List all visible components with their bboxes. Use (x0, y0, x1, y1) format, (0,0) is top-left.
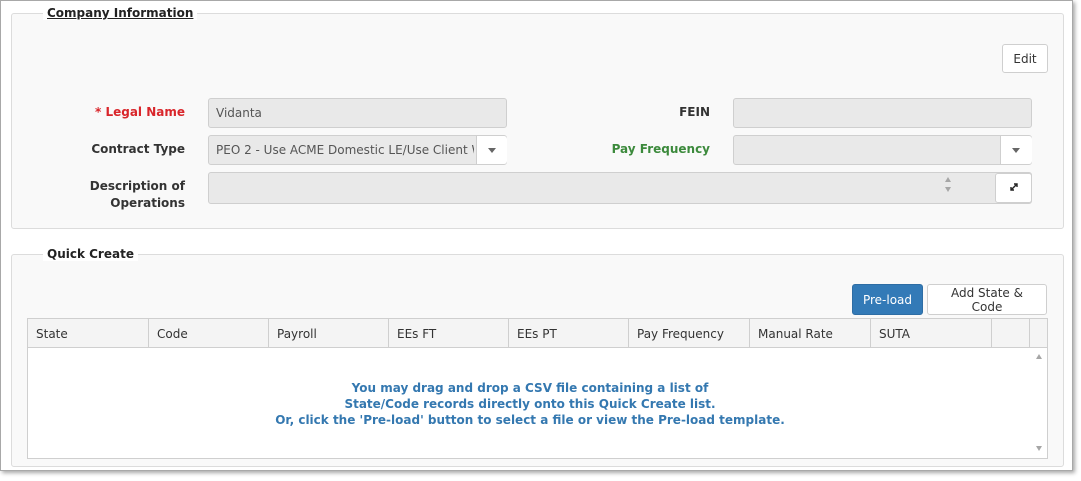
column-header-code[interactable]: Code (149, 319, 269, 347)
expand-icon (1009, 182, 1018, 191)
empty-message-line1: You may drag and drop a CSV file contain… (351, 381, 709, 395)
select-arrow-icon (1012, 148, 1020, 153)
required-marker: * (94, 105, 102, 119)
column-header-ees-pt[interactable]: EEs PT (509, 319, 629, 347)
column-header-pay-frequency[interactable]: Pay Frequency (629, 319, 750, 347)
legal-name-label: * Legal Name (61, 104, 185, 121)
contract-type-value: PEO 2 - Use ACME Domestic LE/Use Client … (216, 143, 474, 157)
empty-grid-message: You may drag and drop a CSV file contain… (28, 380, 1032, 428)
window-frame: Company Information Edit * Legal Name Vi… (0, 0, 1073, 471)
scroll-up-icon[interactable] (1036, 354, 1042, 359)
pay-frequency-select[interactable] (733, 135, 1032, 165)
pay-frequency-dropdown-toggle[interactable] (1000, 136, 1032, 164)
contract-type-label: Contract Type (91, 142, 185, 156)
expand-button[interactable] (995, 173, 1032, 203)
description-label-line2: Operations (110, 196, 185, 210)
scroll-down-icon[interactable] (1036, 446, 1042, 451)
spinner-down-icon (945, 187, 951, 192)
quick-create-legend: Quick Create (43, 247, 138, 261)
company-information-legend: Company Information (43, 6, 198, 20)
fein-label: FEIN (679, 105, 710, 119)
column-header-payroll[interactable]: Payroll (269, 319, 389, 347)
pay-frequency-label: Pay Frequency (611, 142, 710, 156)
quick-create-grid[interactable]: State Code Payroll EEs FT EEs PT Pay Fre… (27, 318, 1048, 459)
fein-field[interactable] (733, 98, 1032, 128)
legal-name-field[interactable]: Vidanta (208, 98, 507, 128)
description-label: Description of Operations (61, 178, 185, 212)
add-state-code-button[interactable]: Add State & Code (927, 284, 1047, 315)
column-header-suta[interactable]: SUTA (871, 319, 992, 347)
column-header-ees-ft[interactable]: EEs FT (389, 319, 509, 347)
description-label-line1: Description of (89, 179, 185, 193)
contract-type-dropdown-toggle[interactable] (476, 136, 507, 164)
grid-header: State Code Payroll EEs FT EEs PT Pay Fre… (28, 319, 1047, 348)
spinner-up-icon (945, 177, 951, 182)
column-header-state[interactable]: State (28, 319, 149, 347)
column-header-manual-rate[interactable]: Manual Rate (750, 319, 871, 347)
empty-message-line2: State/Code records directly onto this Qu… (344, 397, 716, 411)
contract-type-select[interactable]: PEO 2 - Use ACME Domestic LE/Use Client … (208, 135, 507, 165)
grid-scrollbar[interactable] (1030, 348, 1047, 458)
legal-name-label-text: Legal Name (105, 105, 185, 119)
edit-button[interactable]: Edit (1002, 44, 1048, 73)
preload-button[interactable]: Pre-load (852, 284, 923, 315)
description-field[interactable] (208, 172, 1032, 204)
spinner-icon[interactable] (943, 176, 953, 196)
empty-message-line3: Or, click the 'Pre-load' button to selec… (275, 413, 785, 427)
select-arrow-icon (488, 148, 496, 153)
column-header-actions (992, 319, 1030, 347)
